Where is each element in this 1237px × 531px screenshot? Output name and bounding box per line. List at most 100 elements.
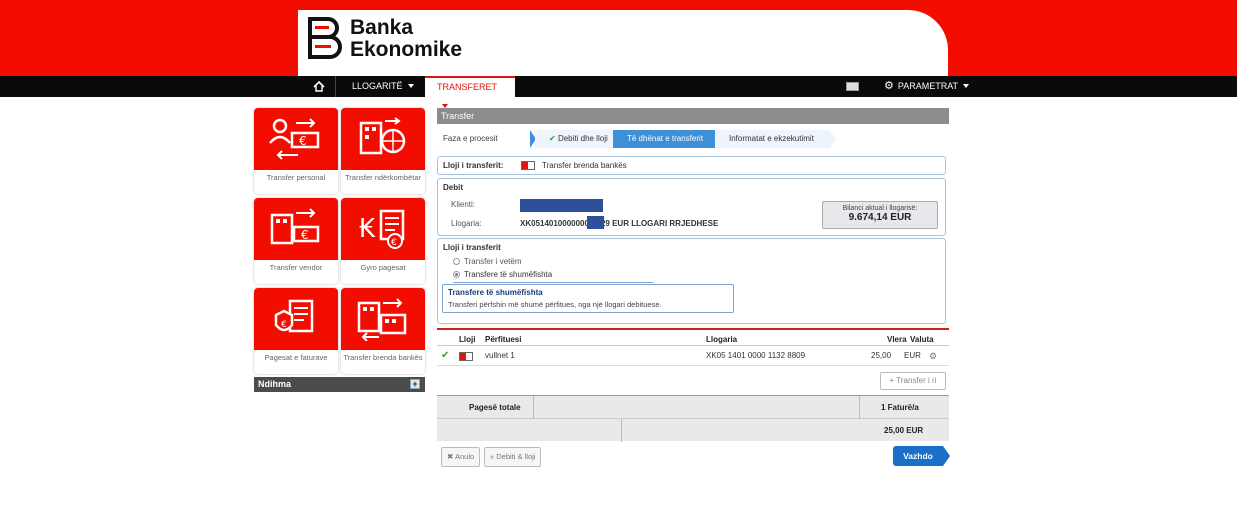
- expand-icon[interactable]: +: [410, 379, 420, 389]
- svg-text:€: €: [299, 134, 307, 148]
- panel-title: Transfer: [437, 108, 949, 124]
- transfer-type-icon: [459, 352, 473, 361]
- account-number: XK0514010000000 29 EUR LLOGARI RRJEDHESE: [520, 219, 718, 228]
- main-nav: LLOGARITË TRANSFERET ⚙ PARAMETRAT: [0, 76, 1237, 108]
- row-account: XK05 1401 0000 1132 8809: [706, 351, 806, 360]
- mail-icon[interactable]: [846, 82, 859, 91]
- option-multiple: Transfere të shumëfishta: [464, 270, 553, 279]
- total-label: Pagesë totale: [469, 403, 521, 412]
- bill-payment-icon: €: [274, 299, 314, 333]
- giro-payment-icon: ₭ €: [359, 209, 405, 249]
- debit-title: Debit: [443, 183, 463, 192]
- new-transfer-label: Transfer i ri: [896, 376, 937, 385]
- col-type: Lloji: [459, 335, 476, 344]
- tile-domestic-transfer[interactable]: € Transfer vendor: [254, 198, 338, 284]
- col-beneficiary: Përfituesi: [485, 335, 522, 344]
- redacted-client: [520, 199, 603, 212]
- tile-personal-transfer[interactable]: € Transfer personal: [254, 108, 338, 194]
- nav-transfers-label: TRANSFERET: [437, 82, 498, 92]
- svg-text:₭: ₭: [359, 214, 376, 244]
- step2-label: Të dhënat e transferit: [627, 134, 704, 143]
- col-account: Llogaria: [706, 335, 738, 344]
- client-label: Klienti:: [451, 200, 476, 209]
- process-label: Faza e procesit: [443, 134, 498, 143]
- transfer-type-tooltip: Transfere të shumëfishta Transferi përfs…: [442, 284, 734, 313]
- chevron-down-icon: [963, 84, 970, 88]
- tile-bill-payments[interactable]: € Pagesat e faturave: [254, 288, 338, 374]
- section-divider: [437, 328, 949, 330]
- type-value: Transfer brenda bankës: [542, 161, 627, 170]
- check-icon: ✔: [549, 134, 556, 143]
- transfer-type-title: Lloji i transferit: [443, 243, 501, 252]
- totals-section: Pagesë totale 1 Faturë/a 25,00 EUR: [437, 395, 949, 442]
- internal-transfer-icon: [357, 298, 407, 341]
- tile-internal-transfer[interactable]: Transfer brenda bankës: [341, 288, 425, 374]
- continue-button[interactable]: Vazhdo: [893, 446, 950, 466]
- step3-label: Informatat e ekzekutimit: [729, 134, 814, 143]
- step-arrow: [829, 130, 837, 148]
- close-icon: ✖: [447, 452, 454, 461]
- chevron-down-icon: [407, 84, 414, 88]
- process-steps: Faza e procesit ✔ Debiti dhe lloji Të dh…: [437, 124, 949, 154]
- check-icon: ✔: [441, 350, 450, 361]
- svg-text:€: €: [391, 238, 397, 248]
- svg-text:€: €: [301, 228, 309, 242]
- radio-single[interactable]: Transfer i vetëm: [453, 257, 522, 266]
- nav-accounts[interactable]: LLOGARITË: [340, 76, 427, 97]
- info-title: Transfere të shumëfishta: [448, 288, 543, 297]
- double-chevron-left-icon: «: [490, 452, 495, 461]
- radio-multiple[interactable]: Transfere të shumëfishta: [453, 270, 653, 283]
- international-transfer-icon: [359, 117, 406, 155]
- tile-label: Transfer vendor: [269, 263, 323, 272]
- redacted-account: [587, 216, 604, 229]
- help-label: Ndihma: [258, 379, 292, 389]
- step1-label: Debiti dhe lloji: [557, 134, 608, 143]
- brand-name: Banka Ekonomike: [350, 17, 462, 61]
- table-row[interactable]: ✔ vullnet 1 XK05 1401 0000 1132 8809 25,…: [437, 348, 949, 366]
- balance-box: Bilanci aktual i llogarisë: 9.674,14 EUR: [822, 201, 938, 229]
- radio-icon: [453, 258, 460, 265]
- plus-icon: +: [889, 376, 895, 385]
- tile-label: Transfer personal: [266, 173, 326, 182]
- tile-label: Pagesat e faturave: [264, 353, 328, 362]
- account-prefix: XK0514010000000: [520, 219, 589, 228]
- cancel-label: Anulo: [454, 452, 475, 461]
- cancel-button[interactable]: ✖ Anulo: [441, 447, 481, 467]
- transfer-type-summary: Lloji i transferit: Transfer brenda bank…: [437, 156, 946, 175]
- home-icon: [313, 81, 325, 92]
- info-text: Transferi përfshin më shumë përfitues, n…: [448, 300, 662, 309]
- gear-icon[interactable]: ⚙: [929, 348, 937, 364]
- row-beneficiary: vullnet 1: [485, 351, 515, 360]
- step-transfer-data: Të dhënat e transferit: [613, 130, 715, 148]
- account-suffix: 29 EUR LLOGARI RRJEDHESE: [600, 219, 719, 228]
- step-debit-type: ✔ Debiti dhe lloji: [535, 130, 613, 148]
- balance-value: 9.674,14 EUR: [848, 212, 912, 223]
- col-amount: Vlera: [887, 335, 907, 344]
- svg-text:€: €: [281, 320, 287, 330]
- tile-giro-payments[interactable]: ₭ € Gyro pagesat: [341, 198, 425, 284]
- bank-logo-icon: [308, 17, 342, 59]
- type-label: Lloji i transferit:: [443, 161, 504, 170]
- tile-international-transfer[interactable]: Transfer ndërkombëtar: [341, 108, 425, 194]
- option-single: Transfer i vetëm: [464, 257, 522, 266]
- nav-settings[interactable]: ⚙ PARAMETRAT: [872, 76, 981, 97]
- back-button[interactable]: « Debiti & lloji: [484, 447, 542, 467]
- nav-home[interactable]: [303, 76, 336, 97]
- help-panel-toggle[interactable]: Ndihma +: [254, 377, 425, 392]
- back-label: Debiti & lloji: [496, 452, 536, 461]
- total-amount: 25,00 EUR: [884, 426, 924, 435]
- account-label: Llogaria:: [451, 219, 482, 228]
- row-currency: EUR: [904, 351, 921, 360]
- tile-label: Transfer brenda bankës: [343, 353, 423, 362]
- nav-settings-label: PARAMETRAT: [897, 81, 959, 91]
- new-transfer-button[interactable]: + Transfer i ri: [880, 372, 946, 390]
- tile-label: Gyro pagesat: [360, 263, 406, 272]
- step-execution-info: Informatat e ekzekutimit: [715, 130, 829, 148]
- brand-line1: Banka: [350, 16, 414, 39]
- gear-icon: ⚙: [884, 80, 894, 92]
- personal-transfer-icon: €: [269, 118, 320, 160]
- nav-accounts-label: LLOGARITË: [352, 81, 403, 91]
- balance-label: Bilanci aktual i llogarisë:: [842, 205, 918, 212]
- col-currency: Valuta: [910, 335, 934, 344]
- nav-transfers[interactable]: TRANSFERET: [425, 76, 515, 108]
